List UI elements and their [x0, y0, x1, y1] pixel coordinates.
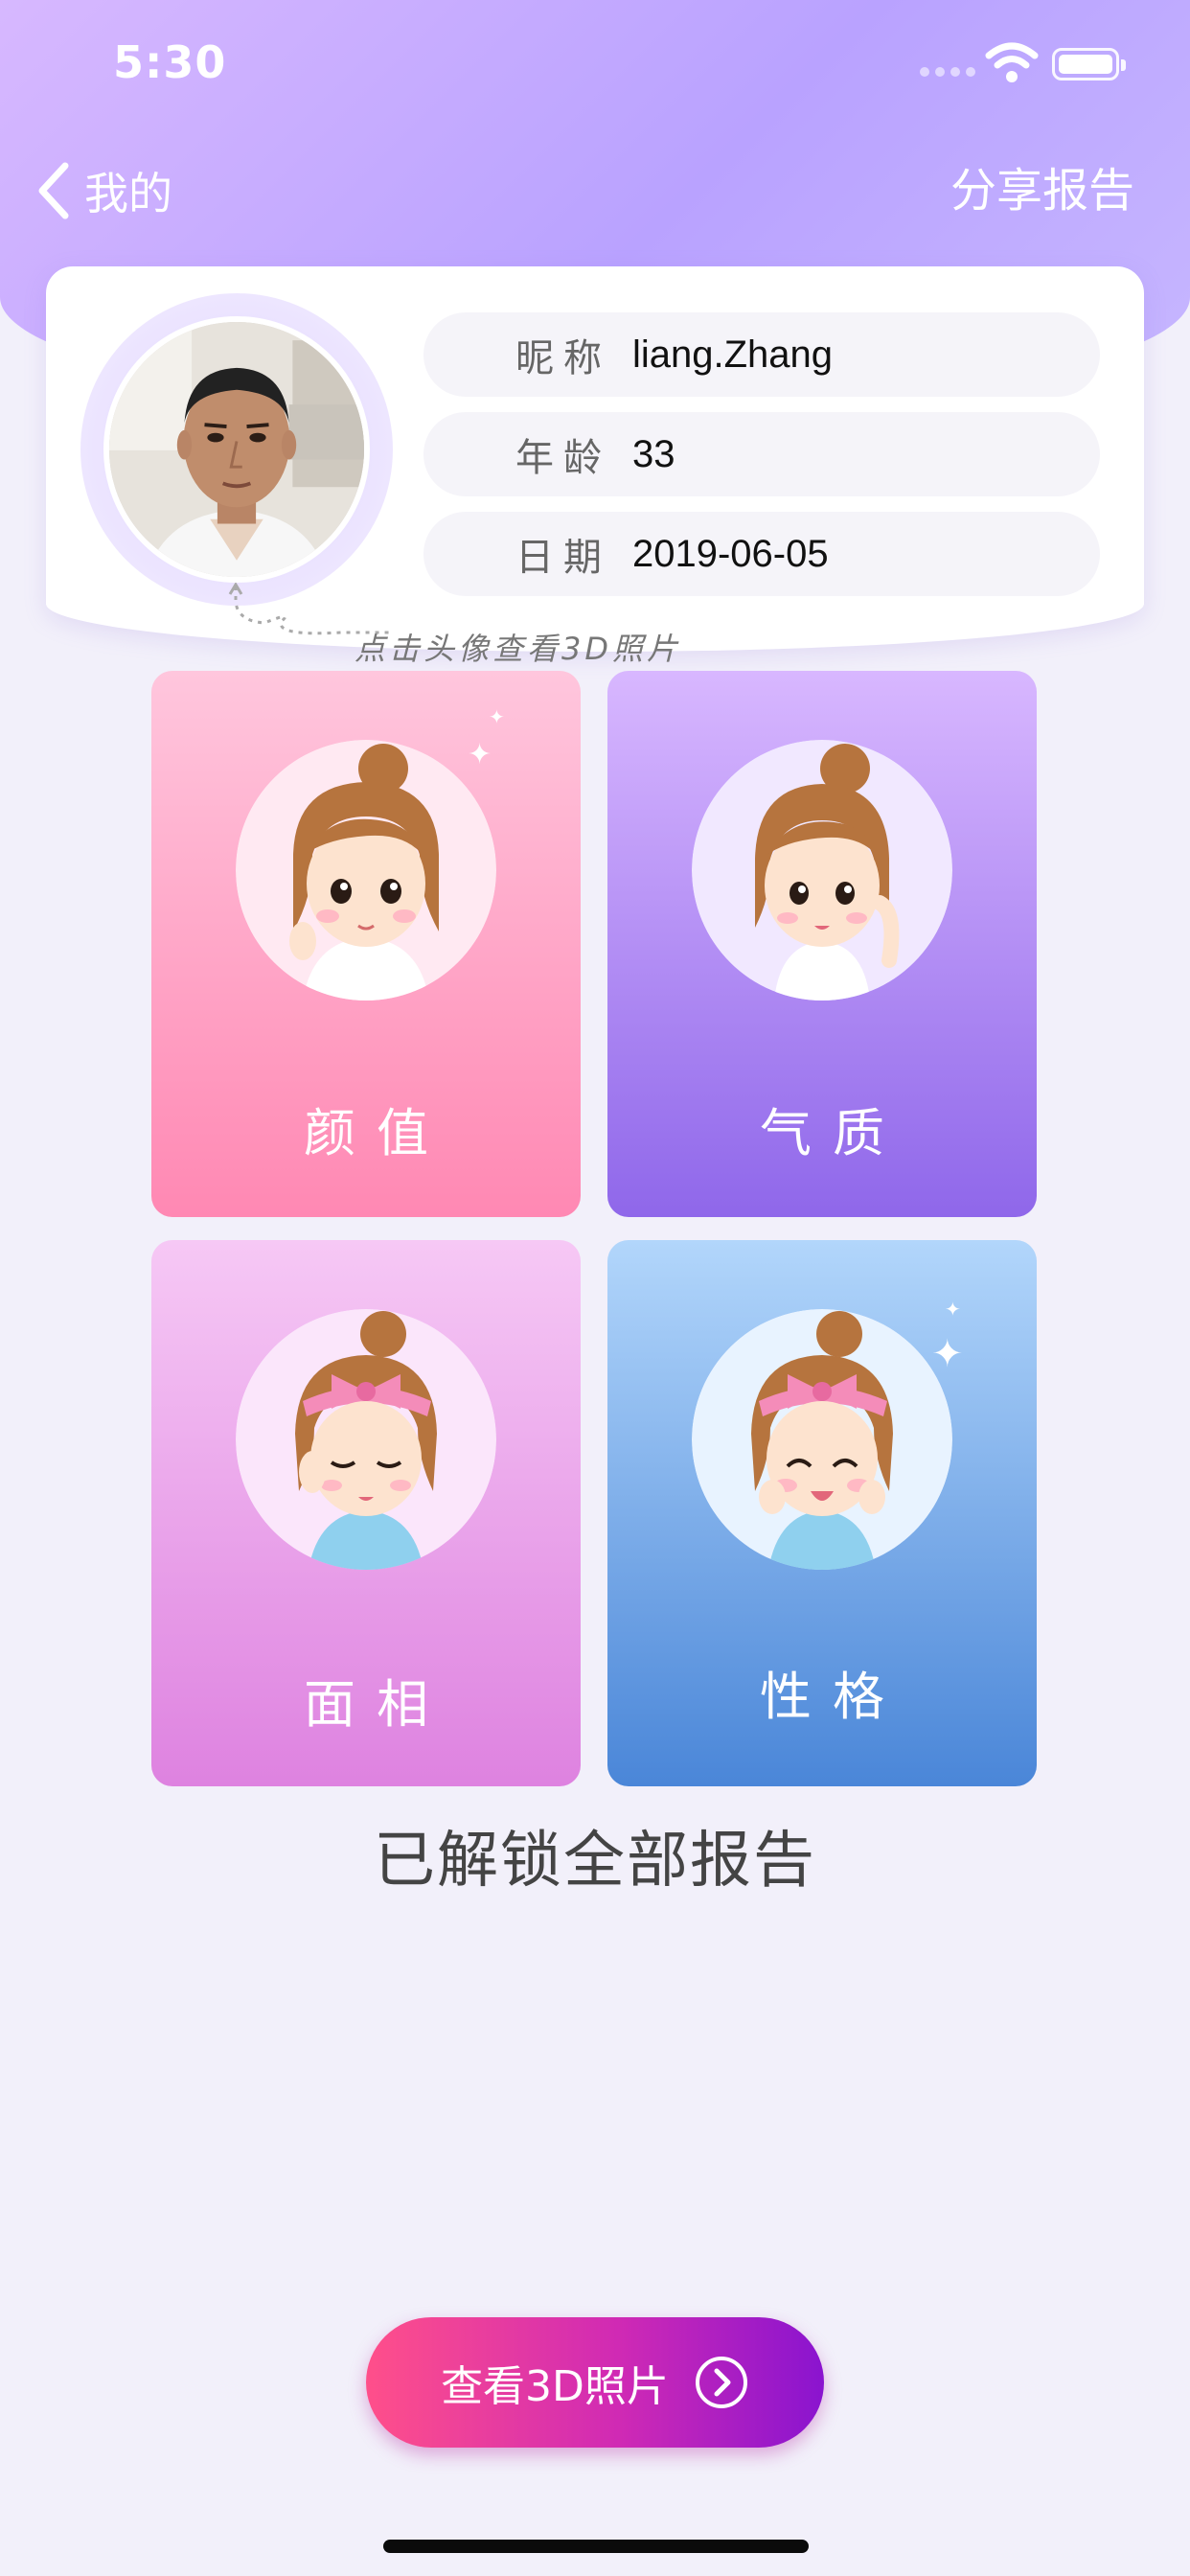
sparkle-icon: ✦ — [945, 1298, 961, 1321]
card-physiognomy[interactable]: 面相 — [151, 1240, 581, 1786]
girl-with-bow-smiling-illustration — [692, 1309, 952, 1570]
avatar-hint: 点击头像查看3D照片 — [355, 631, 682, 667]
status-time: 5:30 — [113, 36, 227, 88]
signal-icon — [920, 67, 975, 77]
avatar-photo — [109, 322, 364, 577]
unlocked-status-text: 已解锁全部报告 — [374, 1826, 816, 1897]
status-bar: 5:30 — [0, 0, 1190, 125]
date-value: 2019-06-05 — [632, 532, 829, 575]
chevron-right-circle-icon — [695, 2357, 747, 2408]
sparkle-icon: ✦ — [489, 705, 505, 728]
girl-elegant-pose-illustration — [692, 740, 952, 1000]
chevron-left-icon — [38, 162, 69, 219]
age-value: 33 — [632, 432, 675, 475]
share-report-button[interactable]: 分享报告 — [950, 157, 1134, 224]
nickname-label: 昵称 — [515, 336, 611, 380]
girl-with-bow-eyes-closed-illustration — [236, 1309, 496, 1570]
sparkle-icon: ✦ — [468, 738, 492, 771]
card-appearance[interactable]: ✦ ✦ 颜值 — [151, 671, 581, 1217]
age-label: 年龄 — [515, 436, 611, 480]
avatar-ring — [80, 293, 393, 606]
card-title: 性格 — [760, 1667, 905, 1727]
battery-icon — [1052, 48, 1126, 80]
view-3d-photo-label: 查看3D照片 — [441, 2362, 669, 2411]
date-label: 日期 — [515, 536, 611, 580]
back-button[interactable]: 我的 — [34, 157, 172, 224]
card-title: 面相 — [304, 1674, 449, 1735]
wifi-icon — [985, 42, 1039, 82]
back-label: 我的 — [84, 168, 172, 219]
nickname-row: 昵称 liang.Zhang — [423, 312, 1100, 397]
card-title: 气质 — [760, 1103, 905, 1163]
nickname-value: liang.Zhang — [632, 333, 834, 376]
home-indicator[interactable] — [383, 2540, 809, 2553]
card-temperament[interactable]: 气质 — [607, 671, 1037, 1217]
girl-touching-cheek-illustration — [236, 740, 496, 1000]
profile-card: 昵称 liang.Zhang 年龄 33 日期 2019-06-05 点击头像查… — [46, 266, 1144, 667]
sparkle-icon: ✦ — [931, 1332, 964, 1376]
card-title: 颜值 — [304, 1103, 449, 1163]
avatar[interactable] — [103, 316, 370, 583]
card-personality[interactable]: ✦ ✦ 性格 — [607, 1240, 1037, 1786]
view-3d-photo-button[interactable]: 查看3D照片 — [366, 2317, 824, 2448]
age-row: 年龄 33 — [423, 412, 1100, 496]
date-row: 日期 2019-06-05 — [423, 512, 1100, 596]
